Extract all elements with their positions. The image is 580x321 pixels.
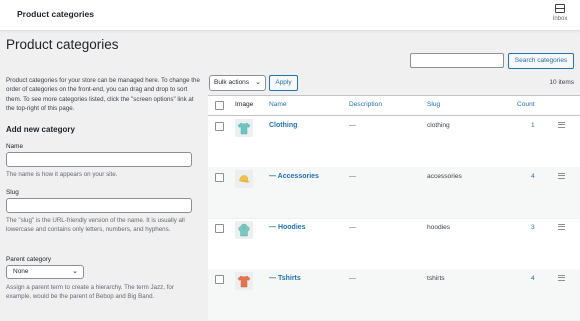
inbox-icon [555, 4, 565, 13]
page-title: Product categories [6, 37, 119, 52]
table-row: — Hoodies — hoodies 3 [208, 218, 580, 270]
parent-category-select[interactable]: None ⌄ [6, 265, 84, 279]
table-row: — Accessories — accessories 4 [208, 167, 580, 219]
name-label: Name [6, 143, 24, 150]
category-count-link[interactable]: 1 [531, 122, 535, 129]
row-checkbox[interactable] [215, 122, 224, 131]
search-categories-button[interactable]: Search categories [508, 53, 574, 69]
cap-yellow-icon [235, 170, 253, 188]
table-header: Image Name Description Slug Count [208, 96, 580, 116]
slug-label: Slug [6, 189, 19, 196]
category-count-link[interactable]: 4 [531, 173, 535, 180]
table-row: — Tshirts — tshirts 4 [208, 269, 580, 321]
bulk-actions-value: Bulk actions [214, 79, 250, 86]
category-slug: accessories [427, 173, 462, 180]
category-name-link[interactable]: — Tshirts [269, 275, 301, 282]
parent-category-value: None [13, 268, 29, 275]
slug-field[interactable] [6, 198, 192, 213]
category-description: — [349, 224, 356, 231]
items-count: 10 items [549, 79, 574, 86]
hoodie-teal-icon [235, 221, 253, 239]
table-row: Clothing — clothing 1 [208, 116, 580, 168]
parent-category-label: Parent category [6, 256, 52, 263]
category-slug: tshirts [427, 275, 445, 282]
drag-handle-icon[interactable] [558, 173, 565, 179]
categories-table: Image Name Description Slug Count Clothi… [208, 95, 580, 321]
chevron-down-icon: ⌄ [255, 79, 261, 86]
bulk-actions-select[interactable]: Bulk actions ⌄ [209, 75, 266, 91]
top-bar-title: Product categories [17, 9, 94, 19]
admin-top-bar: Product categories Inbox [0, 0, 580, 31]
parent-help: Assign a parent term to create a hierarc… [6, 284, 174, 301]
apply-button[interactable]: Apply [269, 75, 298, 91]
search-input[interactable] [410, 53, 504, 68]
category-count-link[interactable]: 4 [531, 275, 535, 282]
name-column-header[interactable]: Name [269, 101, 287, 108]
category-description: — [349, 122, 356, 129]
drag-handle-icon[interactable] [558, 275, 565, 281]
tshirt-red-icon [235, 272, 253, 290]
row-checkbox[interactable] [215, 275, 224, 284]
category-slug: clothing [427, 122, 450, 129]
row-checkbox[interactable] [215, 173, 224, 182]
slug-column-header[interactable]: Slug [427, 101, 440, 108]
description-column-header[interactable]: Description [349, 101, 382, 108]
inbox-button[interactable]: Inbox [550, 4, 570, 22]
category-description: — [349, 173, 356, 180]
slug-help: The "slug" is the URL-friendly version o… [6, 217, 185, 234]
row-checkbox[interactable] [215, 224, 224, 233]
add-category-heading: Add new category [6, 125, 75, 134]
category-slug: hoodies [427, 224, 451, 231]
category-name-link[interactable]: — Accessories [269, 173, 319, 180]
name-field[interactable] [6, 152, 192, 167]
category-description: — [349, 275, 356, 282]
name-help: The name is how it appears on your site. [6, 171, 118, 178]
count-column-header[interactable]: Count [517, 101, 535, 108]
category-name-link[interactable]: Clothing [269, 122, 297, 129]
drag-handle-icon[interactable] [558, 224, 565, 230]
tshirt-teal-icon [235, 119, 253, 137]
drag-handle-icon[interactable] [558, 122, 565, 128]
intro-text: Product categories for your store can be… [6, 77, 200, 112]
select-all-checkbox[interactable] [215, 101, 224, 110]
inbox-label: Inbox [552, 16, 568, 22]
chevron-down-icon: ⌄ [72, 268, 78, 275]
category-count-link[interactable]: 3 [531, 224, 535, 231]
image-column-header: Image [235, 101, 254, 108]
category-name-link[interactable]: — Hoodies [269, 224, 306, 231]
